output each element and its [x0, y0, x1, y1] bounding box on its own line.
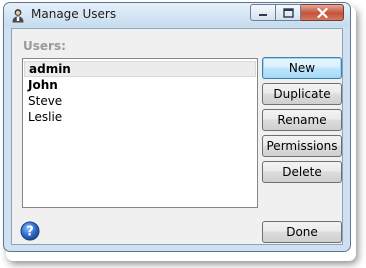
rename-button[interactable]: Rename — [262, 109, 342, 131]
duplicate-button[interactable]: Duplicate — [262, 83, 342, 105]
svg-text:?: ? — [26, 225, 34, 240]
minimize-button[interactable] — [250, 4, 276, 21]
help-icon[interactable]: ? — [20, 221, 40, 241]
close-button[interactable] — [301, 4, 344, 21]
new-button[interactable]: New — [262, 57, 342, 79]
maximize-button[interactable] — [276, 4, 301, 21]
window-title: Manage Users — [31, 7, 117, 21]
close-icon — [316, 7, 328, 18]
users-list[interactable]: admin John Steve Leslie — [22, 58, 258, 208]
title-bar[interactable]: Manage Users — [4, 3, 350, 27]
minimize-icon — [259, 13, 267, 16]
list-item-admin[interactable]: admin — [24, 61, 256, 77]
list-item-leslie[interactable]: Leslie — [24, 109, 256, 125]
dialog-content: Users: admin John Steve Leslie New Dupli… — [11, 28, 343, 245]
user-icon — [12, 9, 24, 23]
delete-button[interactable]: Delete — [262, 161, 342, 183]
list-item-john[interactable]: John — [24, 77, 256, 93]
users-label: Users: — [23, 39, 66, 53]
list-item-steve[interactable]: Steve — [24, 93, 256, 109]
permissions-button[interactable]: Permissions — [262, 135, 342, 157]
manage-users-dialog: Manage Users Users: admin John Steve Les… — [3, 2, 351, 252]
maximize-icon — [282, 7, 294, 18]
done-button[interactable]: Done — [262, 221, 342, 243]
caption-buttons — [250, 4, 344, 21]
